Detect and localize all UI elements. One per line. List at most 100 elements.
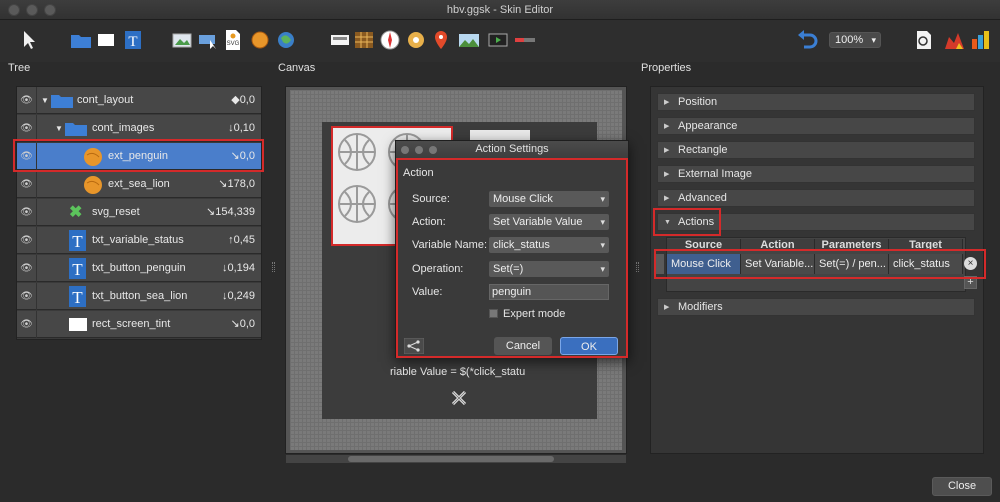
container-icon (65, 123, 87, 136)
rectangle-icon[interactable] (96, 29, 116, 51)
tree-row-value: ↓0,249 (221, 290, 255, 302)
external-image-icon[interactable] (250, 29, 270, 51)
dialog-minimize-button[interactable] (415, 146, 423, 154)
container-icon[interactable] (70, 29, 92, 51)
select-arrow-icon[interactable] (20, 29, 38, 51)
tree-row-name: txt_variable_status (92, 234, 184, 246)
canvas-panel-title: Canvas (278, 62, 316, 74)
text-icon: T (69, 230, 86, 251)
tree-row-value: ↘178,0 (218, 178, 255, 190)
flash-export-icon[interactable] (944, 29, 966, 51)
tree-row[interactable]: 👁 ext_sea_lion ↘178,0 (17, 171, 261, 198)
tree-row-value: ◆0,0 (231, 94, 255, 106)
highlight-box (653, 208, 721, 236)
svg-text:T: T (72, 260, 83, 279)
advanced-section[interactable]: Advanced (657, 189, 975, 207)
panorama-icon[interactable] (458, 29, 480, 51)
preview-icon[interactable] (914, 29, 934, 51)
map-icon[interactable] (330, 29, 350, 51)
position-section[interactable]: Position (657, 93, 975, 111)
hotspot-icon[interactable] (276, 29, 296, 51)
appearance-section[interactable]: Appearance (657, 117, 975, 135)
tree-panel-title: Tree (8, 62, 31, 74)
close-button[interactable]: Close (932, 477, 992, 496)
rotate-icon[interactable] (406, 29, 426, 51)
button-icon[interactable] (198, 29, 218, 51)
visibility-eye-icon[interactable]: 👁 (17, 115, 37, 142)
tree-row[interactable]: 👁 ✖ svg_reset ↘154,339 (17, 199, 261, 226)
html5-export-icon[interactable] (970, 29, 992, 51)
visibility-eye-icon[interactable]: 👁 (17, 311, 37, 338)
tree-row-name: rect_screen_tint (92, 318, 171, 330)
external-image-icon (84, 176, 102, 194)
zoom-window-button[interactable] (44, 4, 56, 16)
properties-panel-title: Properties (641, 62, 692, 74)
tree-row-value: ↓0,10 (228, 122, 255, 134)
reset-close-icon[interactable] (450, 389, 468, 407)
text-icon: T (69, 258, 86, 279)
video-icon[interactable] (488, 29, 508, 51)
visibility-eye-icon[interactable]: 👁 (17, 255, 37, 282)
svg-text:T: T (72, 232, 83, 251)
chevron-down-icon: ▾ (871, 35, 876, 45)
tree-panel: 👁 ▼ cont_layout ◆0,0 👁 ▼ cont_images ↓0,… (16, 86, 262, 340)
splitter-handle[interactable] (636, 262, 639, 272)
tree-row-value: ↓0,194 (221, 262, 255, 274)
svg-text:T: T (128, 34, 137, 50)
visibility-eye-icon[interactable]: 👁 (17, 227, 37, 254)
tree-row[interactable]: 👁 T txt_button_sea_lion ↓0,249 (17, 283, 261, 310)
window-title: hbv.ggsk - Skin Editor (446, 4, 554, 16)
thumbnail-icon[interactable] (354, 29, 374, 51)
modifiers-section[interactable]: Modifiers (657, 298, 975, 316)
highlight-box (396, 158, 628, 358)
tree-row-value: ↘154,339 (206, 206, 255, 218)
undo-icon[interactable] (796, 29, 818, 51)
dialog-close-button[interactable] (401, 146, 409, 154)
highlight-box (13, 139, 264, 172)
close-window-button[interactable] (8, 4, 20, 16)
tree-row-value: ↘0,0 (230, 318, 255, 330)
toolbar: T SVG 100% ▾ (0, 20, 1000, 62)
rectangle-section[interactable]: Rectangle (657, 141, 975, 159)
text-icon[interactable]: T (124, 29, 142, 51)
svg-text:SVG: SVG (227, 41, 240, 47)
minimize-window-button[interactable] (26, 4, 38, 16)
tree-row-name: cont_images (92, 122, 155, 134)
visibility-eye-icon[interactable]: 👁 (17, 199, 37, 226)
tree-row-name: txt_button_penguin (92, 262, 186, 274)
external-image-section[interactable]: External Image (657, 165, 975, 183)
visibility-eye-icon[interactable]: 👁 (17, 171, 37, 198)
tree-row[interactable]: 👁 T txt_button_penguin ↓0,194 (17, 255, 261, 282)
svg-icon[interactable]: SVG (224, 29, 242, 51)
tree-row-name: svg_reset (92, 206, 140, 218)
expand-arrow-icon[interactable]: ▼ (41, 96, 49, 105)
zoom-level: 100% (835, 34, 864, 46)
image-icon[interactable] (172, 29, 192, 51)
horizontal-scrollbar[interactable] (286, 455, 626, 463)
visibility-eye-icon[interactable]: 👁 (17, 283, 37, 310)
container-icon (51, 95, 73, 108)
svg-text:T: T (72, 288, 83, 307)
splitter-handle[interactable] (272, 262, 275, 272)
visibility-eye-icon[interactable]: 👁 (17, 87, 37, 114)
tree-row-name: ext_sea_lion (108, 178, 170, 190)
compass-icon[interactable] (380, 29, 400, 51)
tree-row[interactable]: 👁 T txt_variable_status ↑0,45 (17, 227, 261, 254)
scrollbar-thumb[interactable] (348, 456, 554, 462)
tree-row[interactable]: 👁 rect_screen_tint ↘0,0 (17, 311, 261, 338)
text-icon: T (69, 286, 86, 307)
dialog-title: Action Settings (475, 143, 549, 155)
dialog-zoom-button[interactable] (429, 146, 437, 154)
svg-close-icon: ✖ (69, 204, 83, 221)
tree-row[interactable]: 👁 ▼ cont_layout ◆0,0 (17, 87, 261, 114)
zoom-select[interactable]: 100% ▾ (829, 32, 881, 48)
highlight-box (654, 249, 986, 279)
tree-row-name: cont_layout (77, 94, 134, 106)
progress-bar-icon[interactable] (514, 29, 536, 51)
map-pin-icon[interactable] (432, 29, 450, 51)
tree-row[interactable]: 👁 ▼ cont_images ↓0,10 (17, 115, 261, 142)
tree-row-value: ↑0,45 (228, 234, 255, 246)
expand-arrow-icon[interactable]: ▼ (55, 124, 63, 133)
rectangle-icon (69, 318, 87, 331)
tree-row-name: txt_button_sea_lion (92, 290, 188, 302)
